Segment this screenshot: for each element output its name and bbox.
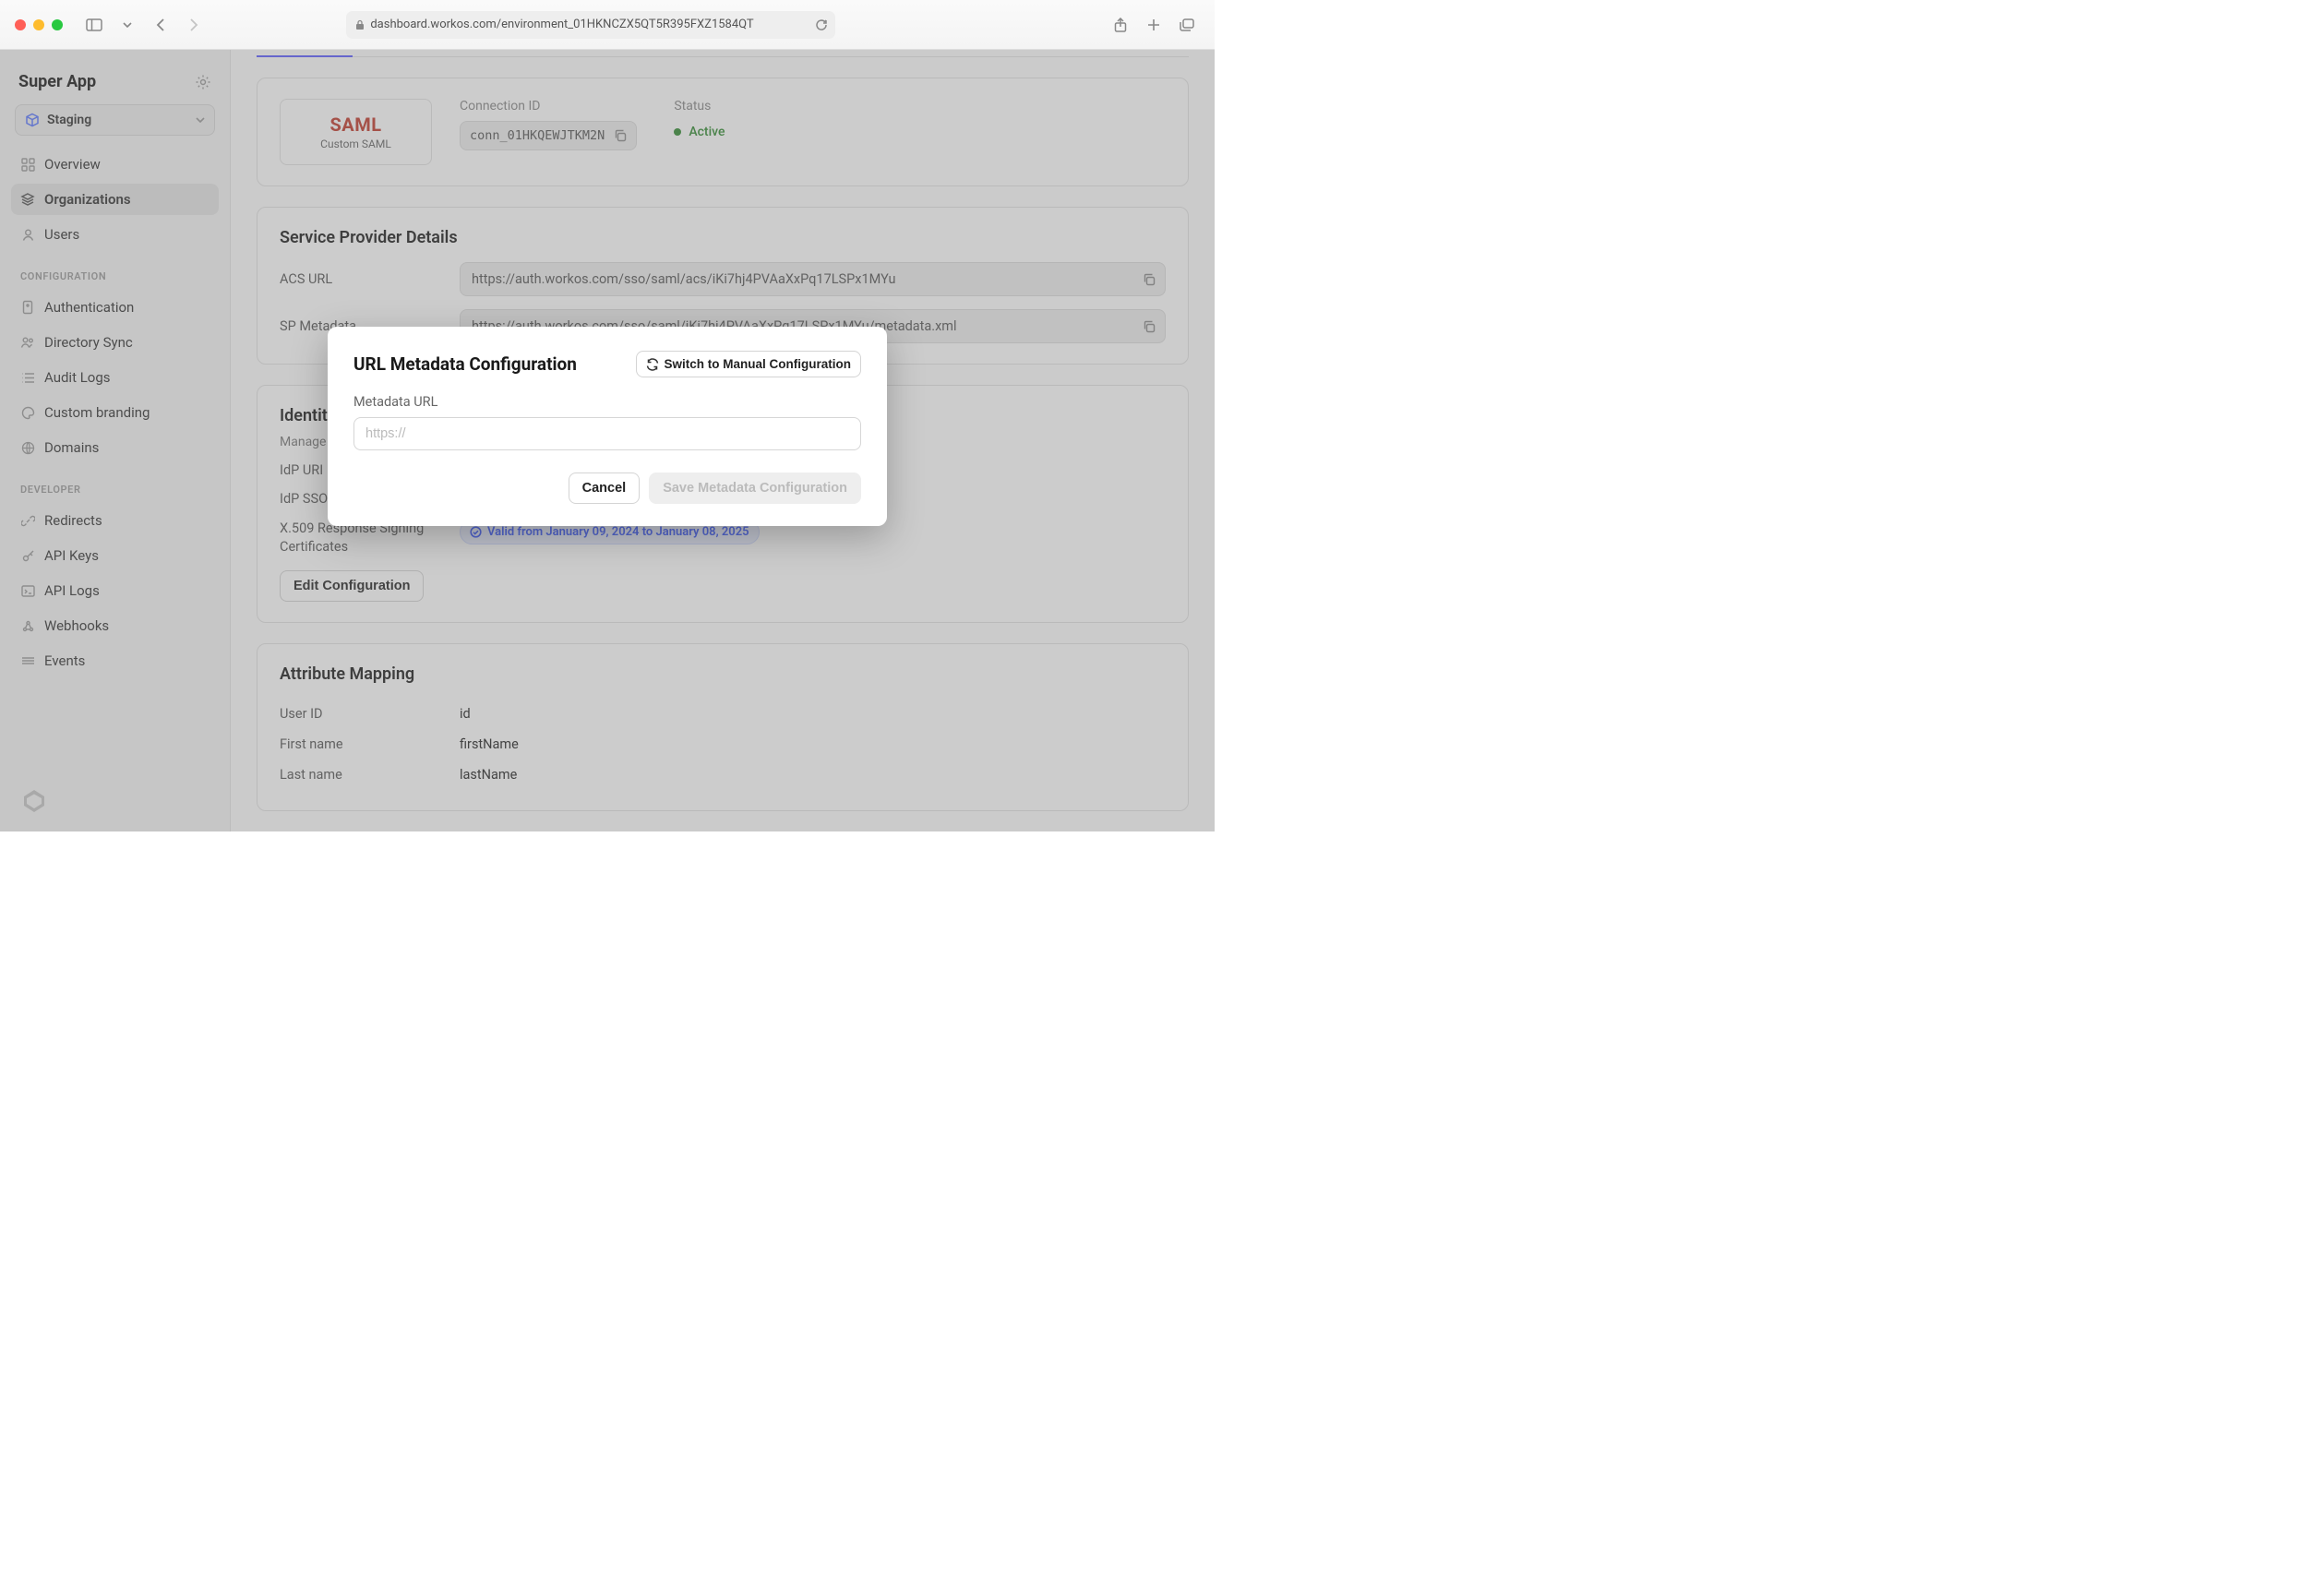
metadata-url-label: Metadata URL [353, 394, 861, 410]
modal-title: URL Metadata Configuration [353, 353, 577, 375]
share-icon[interactable] [1108, 12, 1133, 38]
window-close-button[interactable] [15, 19, 26, 30]
cancel-button[interactable]: Cancel [569, 473, 641, 504]
lock-icon [355, 19, 365, 30]
url-metadata-modal: URL Metadata Configuration Switch to Man… [328, 327, 887, 526]
refresh-icon[interactable] [815, 18, 828, 31]
traffic-lights [15, 19, 63, 30]
sidebar-toggle-icon[interactable] [81, 12, 107, 38]
chevron-down-icon[interactable] [114, 12, 140, 38]
nav-back-button[interactable] [148, 12, 174, 38]
switch-to-manual-button[interactable]: Switch to Manual Configuration [636, 351, 862, 377]
tabs-overview-icon[interactable] [1174, 12, 1200, 38]
url-bar[interactable]: dashboard.workos.com/environment_01HKNCZ… [346, 11, 835, 39]
browser-chrome: dashboard.workos.com/environment_01HKNCZ… [0, 0, 1215, 50]
modal-overlay[interactable]: URL Metadata Configuration Switch to Man… [0, 50, 1215, 831]
nav-forward-button[interactable] [181, 12, 207, 38]
url-text: dashboard.workos.com/environment_01HKNCZ… [370, 18, 753, 31]
metadata-url-input[interactable] [353, 417, 861, 450]
swap-icon [646, 358, 659, 371]
window-minimize-button[interactable] [33, 19, 44, 30]
window-zoom-button[interactable] [52, 19, 63, 30]
new-tab-icon[interactable] [1141, 12, 1167, 38]
save-metadata-button[interactable]: Save Metadata Configuration [649, 473, 861, 504]
